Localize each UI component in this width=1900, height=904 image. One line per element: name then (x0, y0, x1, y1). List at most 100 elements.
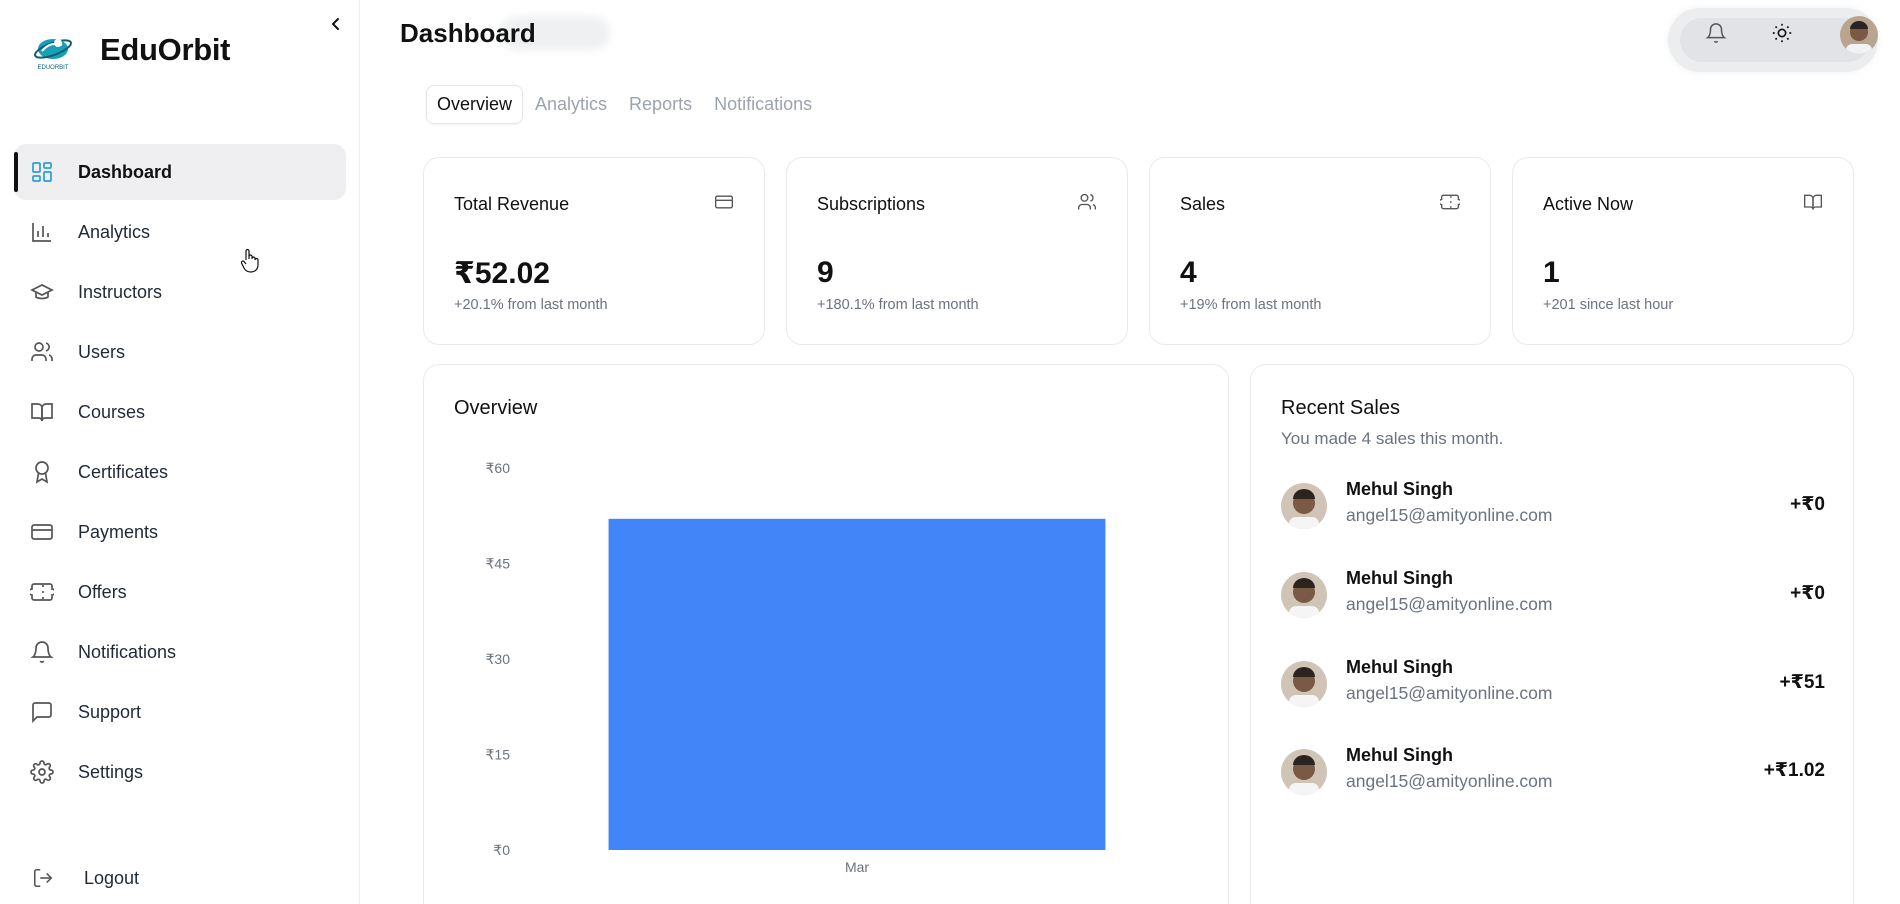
stat-card-active-now: Active Now 1 +201 since last hour (1512, 157, 1854, 345)
stat-label: Subscriptions (817, 194, 926, 214)
sidebar-item-label: Notifications (78, 641, 177, 662)
sidebar-item-label: Analytics (78, 221, 151, 242)
recent-sales-subtitle: You made 4 sales this month. (1281, 429, 1504, 448)
sun-icon[interactable] (1771, 22, 1793, 44)
message-square-icon (32, 702, 52, 724)
sidebar: EDUORBIT EduOrbit Dashboard Analytics In… (0, 0, 360, 904)
tab-reports[interactable]: Reports (619, 86, 702, 123)
stat-change: +20.1% from last month (454, 297, 608, 313)
stat-card-subscriptions: Subscriptions 9 +180.1% from last month (786, 157, 1128, 345)
recent-sales-title: Recent Sales (1281, 397, 1400, 419)
logout-button[interactable]: Logout (32, 860, 139, 896)
sidebar-nav: Dashboard Analytics Instructors Users Co… (14, 144, 346, 804)
stat-value: 1 (1543, 256, 1560, 289)
stat-change: +19% from last month (1180, 297, 1322, 313)
sidebar-item-support[interactable]: Support (14, 684, 346, 740)
layout-grid-icon (32, 162, 52, 182)
ticket-icon (30, 583, 54, 601)
stat-change: +180.1% from last month (817, 297, 979, 313)
graduation-cap-icon (30, 284, 54, 300)
logout-label: Logout (84, 867, 140, 888)
sidebar-item-label: Instructors (78, 281, 163, 302)
overview-bar-chart: ₹0 ₹15 ₹30 ₹45 ₹60 Mar (486, 460, 1106, 875)
y-tick-label: ₹30 (486, 651, 511, 667)
sale-customer-name: Mehul Singh (1346, 745, 1453, 765)
list-item: Mehul Singh angel15@amityonline.com +₹1.… (1281, 745, 1825, 799)
bar-chart-icon (32, 223, 51, 242)
chevron-left-icon (331, 18, 339, 30)
sidebar-item-offers[interactable]: Offers (14, 564, 346, 620)
tab-overview[interactable]: Overview (426, 84, 524, 124)
chart-bar[interactable] (608, 518, 1106, 850)
sale-amount: +₹0 (1790, 494, 1825, 515)
sale-amount: +₹0 (1790, 583, 1825, 604)
stat-label: Sales (1180, 194, 1226, 214)
user-avatar[interactable] (1840, 16, 1878, 54)
stat-label: Active Now (1543, 194, 1634, 214)
bell-icon (30, 641, 54, 663)
hand-cursor-icon (240, 248, 259, 273)
gear-icon (30, 760, 54, 784)
x-tick-label: Mar (845, 859, 869, 875)
avatar (1281, 483, 1327, 529)
sidebar-item-label: Payments (78, 521, 159, 542)
stat-value: 4 (1180, 256, 1197, 289)
y-tick-label: ₹60 (486, 460, 511, 476)
sale-customer-email: angel15@amityonline.com (1346, 771, 1553, 791)
stat-card-sales: Sales 4 +19% from last month (1149, 157, 1491, 345)
list-item: Mehul Singh angel15@amityonline.com +₹0 (1281, 568, 1825, 622)
logo-text: EDUORBIT (37, 65, 68, 71)
award-icon (35, 461, 49, 484)
sidebar-item-label: Users (78, 341, 126, 362)
sidebar-item-label: Offers (78, 581, 127, 602)
brand-name: EduOrbit (100, 32, 231, 67)
sidebar-item-label: Dashboard (78, 161, 173, 182)
sale-customer-name: Mehul Singh (1346, 657, 1453, 677)
sidebar-item-label: Settings (78, 761, 144, 782)
sale-customer-name: Mehul Singh (1346, 479, 1453, 499)
sale-customer-name: Mehul Singh (1346, 568, 1453, 588)
sidebar-item-payments[interactable]: Payments (14, 504, 346, 560)
book-open-icon (31, 403, 53, 422)
sale-amount: +₹51 (1779, 672, 1825, 693)
sidebar-item-certificates[interactable]: Certificates (14, 444, 346, 500)
collapse-sidebar-button[interactable] (326, 14, 346, 34)
sidebar-item-users[interactable]: Users (14, 324, 346, 380)
eduorbit-logo: EDUORBIT (34, 39, 72, 71)
sidebar-item-label: Certificates (78, 461, 169, 482)
sidebar-item-courses[interactable]: Courses (14, 384, 346, 440)
sidebar-item-instructors[interactable]: Instructors (14, 264, 346, 320)
tab-analytics[interactable]: Analytics (525, 86, 617, 123)
y-tick-label: ₹0 (493, 842, 510, 858)
stat-change: +201 since last hour (1543, 297, 1674, 313)
stat-value: ₹52.02 (454, 257, 550, 290)
users-icon (31, 342, 53, 361)
bell-icon[interactable] (1705, 22, 1727, 44)
list-item: Mehul Singh angel15@amityonline.com +₹0 (1281, 479, 1825, 533)
credit-card-icon (715, 195, 733, 209)
dashboard-tabs: Overview Analytics Reports Notifications (426, 84, 824, 124)
avatar (1281, 749, 1327, 795)
sidebar-item-label: Support (78, 701, 142, 722)
sidebar-item-settings[interactable]: Settings (14, 744, 346, 800)
stat-value: 9 (817, 256, 834, 289)
brand[interactable]: EDUORBIT EduOrbit (32, 26, 231, 74)
stat-label: Total Revenue (454, 194, 570, 214)
y-tick-label: ₹45 (486, 556, 511, 572)
book-open-icon (1804, 194, 1822, 210)
stat-card-total-revenue: Total Revenue ₹52.02 +20.1% from last mo… (423, 157, 765, 345)
sidebar-item-label: Courses (78, 401, 146, 422)
avatar (1281, 661, 1327, 707)
avatar-image (1840, 16, 1878, 54)
sidebar-item-analytics[interactable]: Analytics (14, 204, 346, 260)
credit-card-icon (31, 524, 53, 540)
recent-sales-card: Recent Sales You made 4 sales this month… (1250, 364, 1854, 904)
sale-customer-email: angel15@amityonline.com (1346, 505, 1553, 525)
ticket-icon (1440, 194, 1460, 210)
tab-notifications[interactable]: Notifications (704, 86, 822, 123)
overview-chart-card: Overview ₹0 ₹15 ₹30 ₹45 ₹60 Mar (423, 364, 1229, 904)
sidebar-item-notifications[interactable]: Notifications (14, 624, 346, 680)
y-tick-label: ₹15 (486, 747, 511, 763)
list-item: Mehul Singh angel15@amityonline.com +₹51 (1281, 657, 1825, 711)
sidebar-item-dashboard[interactable]: Dashboard (14, 144, 346, 200)
